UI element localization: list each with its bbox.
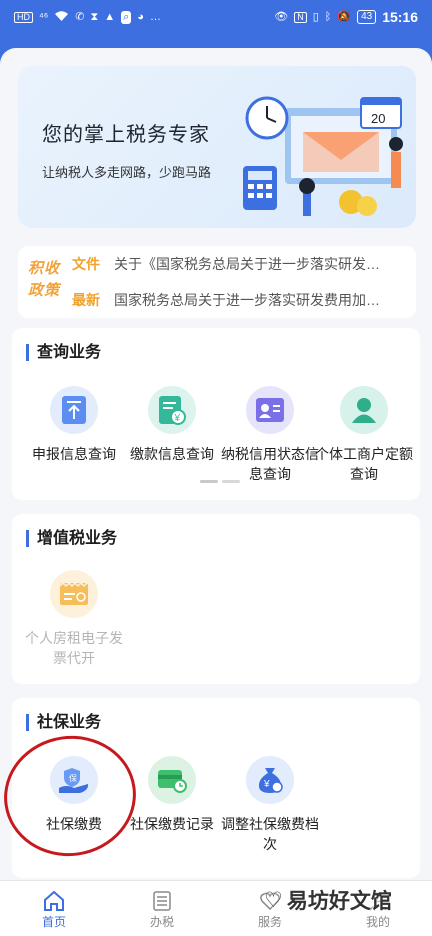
section-title: 查询业务 — [26, 344, 101, 361]
invoice-icon — [50, 570, 98, 618]
policy-badge: 积收 政策 — [24, 258, 64, 306]
nav-label: 首页 — [41, 915, 66, 929]
more-icon: … — [149, 10, 161, 23]
watermark-heart-icon: ♡ — [264, 888, 283, 912]
clock: 15:16 — [382, 9, 418, 25]
tile-individual-business-query[interactable]: 个体工商户定额查询 — [314, 386, 414, 484]
nav-tax[interactable]: 办税 — [122, 889, 202, 930]
tile-label: 个人房租电子发票代开 — [25, 630, 123, 666]
query-section: 查询业务 申报信息查询 ¥ 缴款信息查询 纳税信用状态信息查询 个体工商户定额查… — [12, 328, 420, 500]
home-icon — [14, 889, 94, 913]
tile-label: 纳税信用状态信息查询 — [221, 446, 319, 482]
nfc-icon: N — [294, 11, 307, 23]
banner-subtitle: 让纳税人多走网路，少跑马路 — [42, 165, 212, 180]
signal-4g-icon: ⁴⁶ — [39, 10, 49, 23]
battery-icon: 43 — [357, 10, 377, 24]
tile-label: 个体工商户定额查询 — [315, 446, 413, 482]
nav-label: 办税 — [149, 915, 174, 929]
tile-adjust-contribution-level[interactable]: ¥ 调整社保缴费档次 — [220, 756, 320, 854]
status-left: HD ⁴⁶ ✆ ⧗ ▲ ⌕ ◕ … — [14, 10, 161, 25]
banner-illustration: 20 — [243, 96, 403, 216]
signal-icon: ▲ — [104, 10, 116, 23]
bluetooth-icon: ᛒ — [324, 10, 332, 23]
nav-home[interactable]: 首页 — [14, 889, 94, 930]
watermark-text: 易坊好文馆 — [286, 890, 392, 913]
notice-tag: 最新 — [72, 292, 100, 308]
tile-label: 申报信息查询 — [32, 446, 116, 462]
section-title: 社保业务 — [26, 714, 101, 731]
yuan-doc-icon: ¥ — [148, 386, 196, 434]
calendar-day: 20 — [371, 111, 385, 126]
wifi-icon — [54, 10, 69, 25]
status-right: 👁 N ▯ ᛒ 🔕 43 15:16 — [274, 9, 418, 25]
list-icon — [122, 889, 202, 913]
banner-title: 您的掌上税务专家 — [42, 124, 210, 146]
watermark: ♡ 易坊好文馆 — [264, 884, 414, 916]
tile-label: 缴款信息查询 — [130, 446, 214, 462]
hd-icon: HD — [14, 11, 33, 23]
tile-label: 社保缴费记录 — [130, 816, 214, 832]
notice-item[interactable]: 最新 国家税务总局关于进一步落实研发费用加… — [72, 290, 408, 310]
phone-icon: ✆ — [75, 10, 85, 23]
tile-credit-status-query[interactable]: 纳税信用状态信息查询 — [220, 386, 320, 484]
section-title: 增值税业务 — [26, 530, 117, 547]
notice-text: 关于《国家税务总局关于进一步落实研发… — [114, 256, 380, 272]
tile-rent-invoice[interactable]: 个人房租电子发票代开 — [24, 570, 124, 668]
policy-badge-line2: 政策 — [27, 282, 60, 299]
vibrate-icon: ▯ — [312, 10, 319, 23]
page-dot — [222, 480, 240, 483]
person-icon — [340, 386, 388, 434]
tile-social-insurance-records[interactable]: 社保缴费记录 — [122, 756, 222, 834]
qq-icon: ◕ — [137, 10, 144, 23]
money-bag-icon: ¥ — [246, 756, 294, 804]
page-indicator — [200, 480, 240, 483]
notice-text: 国家税务总局关于进一步落实研发费用加… — [114, 292, 380, 308]
svg-text:¥: ¥ — [263, 779, 270, 790]
tile-declaration-query[interactable]: 申报信息查询 — [24, 386, 124, 464]
policy-notice[interactable]: 积收 政策 文件 关于《国家税务总局关于进一步落实研发… 最新 国家税务总局关于… — [18, 246, 416, 318]
mute-icon: 🔕 — [337, 10, 352, 23]
search-icon: ⌕ — [121, 10, 132, 24]
tile-payment-query[interactable]: ¥ 缴款信息查询 — [122, 386, 222, 464]
id-card-icon — [246, 386, 294, 434]
page-dot-active — [200, 480, 218, 483]
svg-text:¥: ¥ — [174, 413, 181, 424]
eye-icon: 👁 — [274, 10, 289, 23]
hourglass-icon: ⧗ — [90, 10, 99, 23]
status-bar: HD ⁴⁶ ✆ ⧗ ▲ ⌕ ◕ … 👁 N ▯ ᛒ 🔕 43 15:16 — [0, 0, 432, 34]
policy-badge-line1: 积收 — [27, 260, 60, 277]
notice-item[interactable]: 文件 关于《国家税务总局关于进一步落实研发… — [72, 254, 408, 274]
card-clock-icon — [148, 756, 196, 804]
banner[interactable]: 您的掌上税务专家 让纳税人多走网路，少跑马路 20 — [18, 66, 416, 228]
vat-section: 增值税业务 个人房租电子发票代开 — [12, 514, 420, 684]
tile-label: 调整社保缴费档次 — [221, 816, 319, 852]
upload-doc-icon — [50, 386, 98, 434]
notice-tag: 文件 — [72, 256, 100, 272]
